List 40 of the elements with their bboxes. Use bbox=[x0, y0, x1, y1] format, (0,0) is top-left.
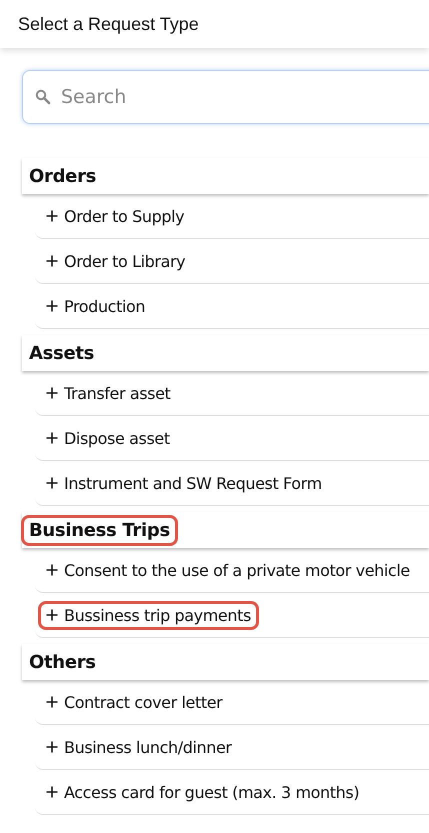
plus-icon bbox=[46, 741, 58, 753]
plus-icon bbox=[46, 609, 58, 621]
request-type-item[interactable]: Order to Supply bbox=[35, 194, 429, 239]
item-label: Consent to the use of a private motor vehicle bbox=[46, 560, 410, 580]
plus-icon bbox=[46, 696, 58, 708]
item-label: Instrument and SW Request Form bbox=[46, 474, 322, 492]
plus-icon bbox=[46, 564, 58, 576]
item-label: Order to Library bbox=[46, 252, 186, 270]
plus-icon bbox=[46, 210, 58, 222]
plus-icon bbox=[46, 477, 58, 489]
plus-icon bbox=[46, 387, 58, 399]
group-title: Others bbox=[29, 652, 96, 672]
group-title: Orders bbox=[29, 166, 96, 186]
item-label: Contract cover letter bbox=[46, 692, 222, 712]
request-type-item[interactable]: Access card for guest (max. 3 months) bbox=[35, 770, 429, 815]
request-type-item[interactable]: Transfer asset bbox=[35, 371, 429, 416]
plus-icon bbox=[46, 255, 58, 267]
group-title: Assets bbox=[29, 342, 94, 364]
item-label: Transfer asset bbox=[46, 384, 170, 402]
request-type-item[interactable]: Contract cover letter bbox=[35, 680, 429, 725]
item-label: Business lunch/dinner bbox=[46, 738, 232, 756]
item-label: Dispose asset bbox=[46, 428, 170, 448]
item-label: Order to Supply bbox=[46, 206, 184, 226]
request-type-item[interactable]: Consent to the use of a private motor vehicle bbox=[35, 548, 429, 593]
dialog-title: Select a Request Type bbox=[18, 14, 199, 34]
request-type-item[interactable]: Order to Library bbox=[35, 239, 429, 284]
group-title: Business Trips bbox=[21, 514, 178, 546]
plus-icon bbox=[46, 786, 58, 798]
request-type-item[interactable]: Instrument and SW Request Form bbox=[35, 461, 429, 506]
search-field[interactable]: Search bbox=[22, 70, 429, 124]
request-type-item[interactable]: Dispose asset bbox=[35, 416, 429, 461]
search-icon bbox=[35, 89, 51, 105]
request-type-item[interactable]: Production bbox=[35, 284, 429, 329]
request-type-item[interactable]: Bussiness trip payments bbox=[35, 593, 429, 638]
plus-icon bbox=[46, 432, 58, 444]
item-label: Access card for guest (max. 3 months) bbox=[46, 782, 360, 802]
request-type-item[interactable]: Business lunch/dinner bbox=[35, 725, 429, 770]
item-label: Production bbox=[46, 296, 146, 316]
item-label: Bussiness trip payments bbox=[38, 600, 259, 630]
plus-icon bbox=[46, 300, 58, 312]
